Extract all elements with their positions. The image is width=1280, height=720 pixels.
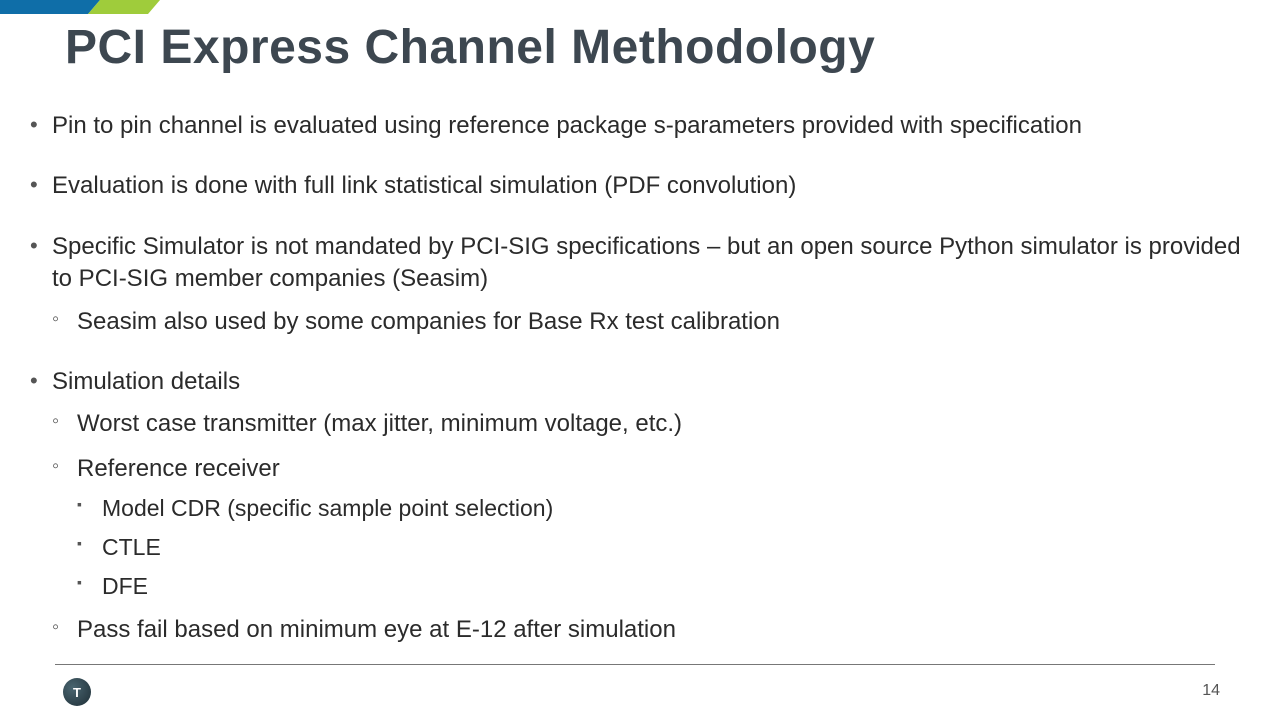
bullet-l2: Reference receiver Model CDR (specific s…	[52, 453, 1250, 603]
bullet-text: Evaluation is done with full link statis…	[52, 172, 796, 199]
slide-content: Pin to pin channel is evaluated using re…	[30, 110, 1250, 675]
bullet-text: Pin to pin channel is evaluated using re…	[52, 112, 1082, 139]
brand-logo-icon: T	[63, 678, 91, 706]
bullet-l2: Worst case transmitter (max jitter, mini…	[52, 408, 1250, 440]
bullet-l2: Pass fail based on minimum eye at E-12 a…	[52, 614, 1250, 646]
bullet-text: Specific Simulator is not mandated by PC…	[52, 233, 1241, 292]
bullet-text: Seasim also used by some companies for B…	[77, 308, 780, 335]
bullet-l2: Seasim also used by some companies for B…	[52, 306, 1250, 338]
slide: PCI Express Channel Methodology Pin to p…	[0, 0, 1280, 720]
bullet-text: DFE	[102, 573, 148, 599]
corner-accent-icon	[0, 0, 170, 12]
footer-divider	[55, 664, 1215, 665]
bullet-l3: DFE	[77, 571, 1250, 602]
slide-title: PCI Express Channel Methodology	[65, 20, 875, 75]
bullet-l1: Specific Simulator is not mandated by PC…	[30, 231, 1250, 338]
bullet-l1: Simulation details Worst case transmitte…	[30, 366, 1250, 647]
bullet-text: Pass fail based on minimum eye at E-12 a…	[77, 616, 676, 643]
bullet-text: Reference receiver	[77, 455, 280, 482]
bullet-text: Simulation details	[52, 368, 240, 395]
bullet-l1: Evaluation is done with full link statis…	[30, 170, 1250, 202]
bullet-l3: CTLE	[77, 532, 1250, 563]
bullet-l3: Model CDR (specific sample point selecti…	[77, 493, 1250, 524]
bullet-text: CTLE	[102, 534, 161, 560]
page-number: 14	[1202, 682, 1220, 700]
bullet-text: Worst case transmitter (max jitter, mini…	[77, 410, 682, 437]
bullet-text: Model CDR (specific sample point selecti…	[102, 495, 553, 521]
bullet-l1: Pin to pin channel is evaluated using re…	[30, 110, 1250, 142]
